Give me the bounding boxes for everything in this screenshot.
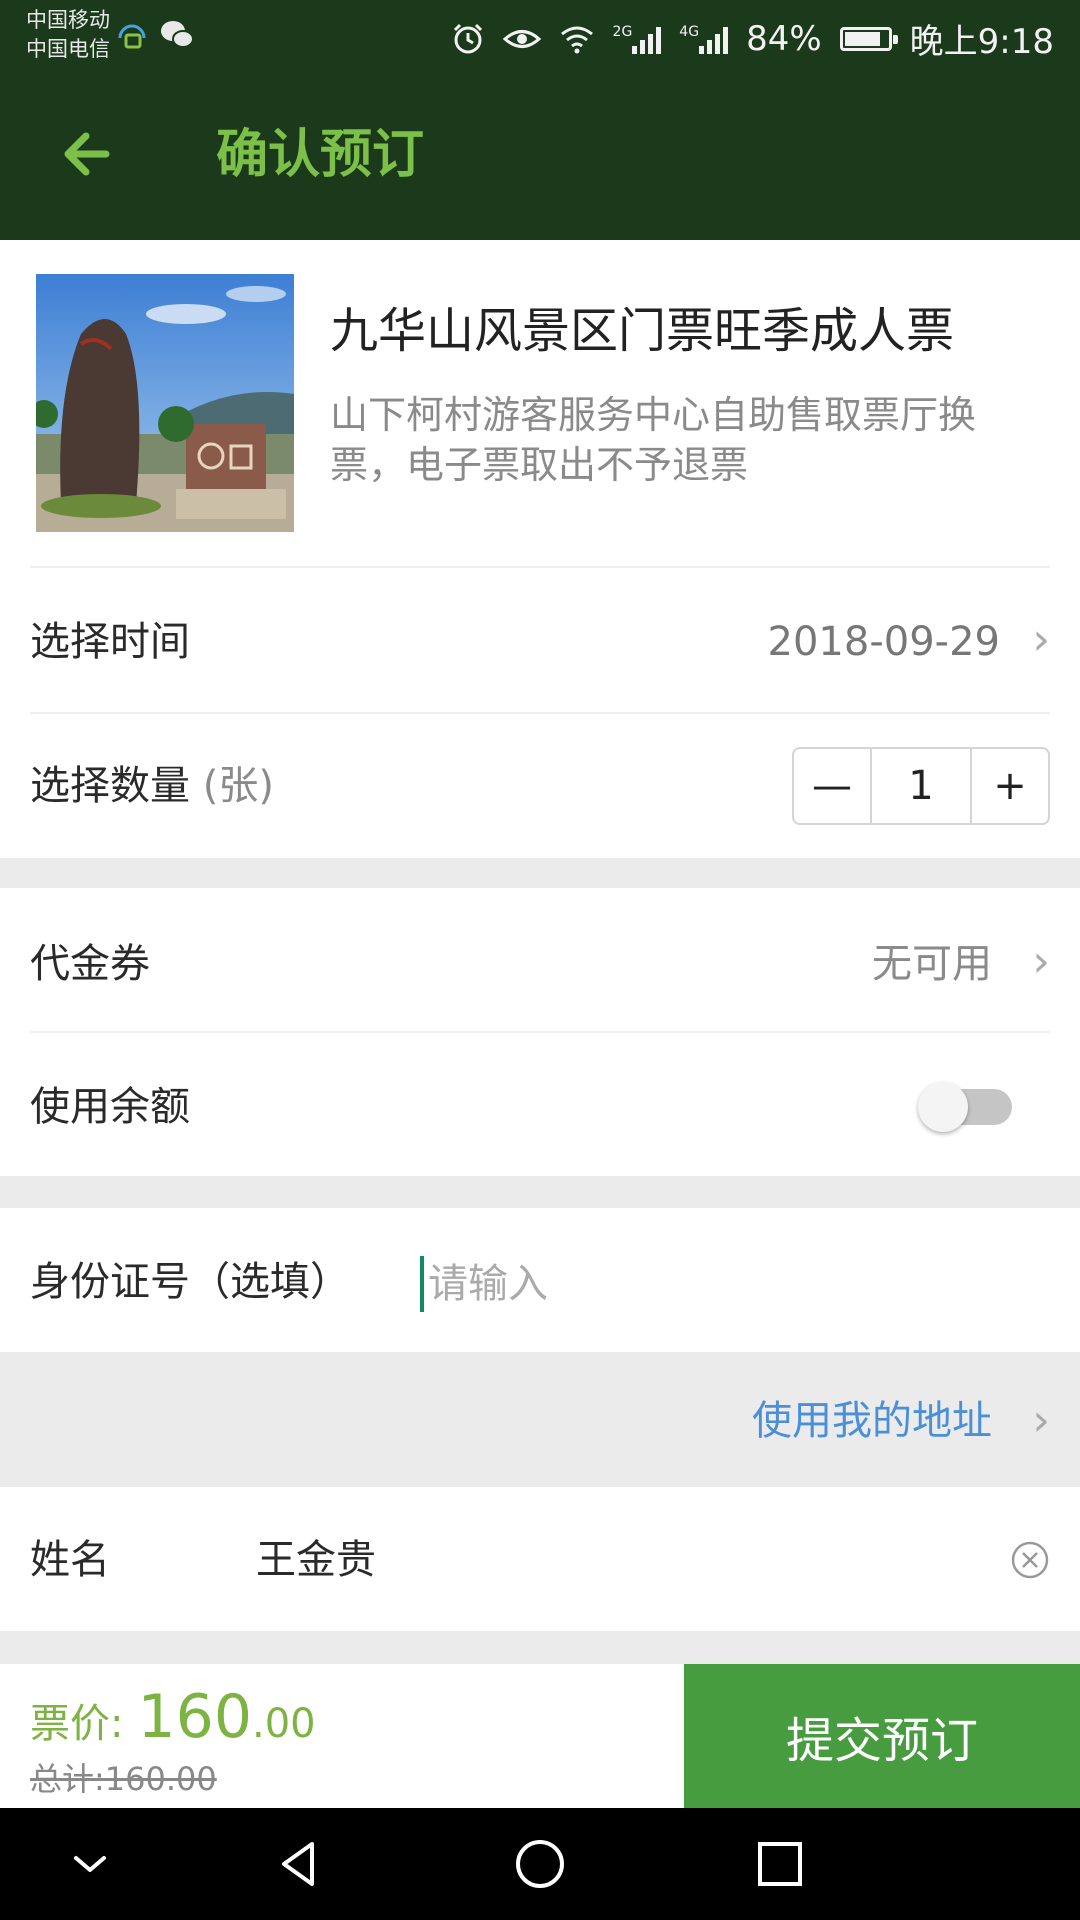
name-label: 姓名 [30,1537,110,1583]
back-triangle-icon[interactable] [270,1834,330,1894]
wechat-icon [161,21,194,48]
price-decimal: .00 [252,1701,316,1747]
chevron-right-icon[interactable]: › [1032,1396,1050,1446]
app-bar [0,76,1080,240]
voucher-label: 代金券 [30,941,150,987]
id-label: 身份证号（选填） [30,1259,350,1305]
date-row[interactable]: 选择时间 [30,617,190,667]
signal-2g: 2G [613,24,662,54]
quantity-value: 1 [870,749,972,823]
clock: 晚上9:18 [909,22,1054,62]
arrow-left-icon[interactable] [56,122,120,186]
battery-icon [839,26,898,51]
wifi-icon [560,26,593,53]
carrier-info: 中国移动 中国电信 [26,6,110,64]
increment-button[interactable]: + [972,749,1048,823]
signal-4g: 4G [679,24,729,54]
notification-icons [115,18,195,52]
eye-icon [502,29,541,48]
battery-percent: 84% [746,18,822,59]
decrement-button[interactable]: — [794,749,870,823]
price-label: 票价: [30,1701,124,1747]
carrier-2: 中国电信 [26,37,110,61]
page-title: 确认预订 [216,125,425,185]
voucher-value[interactable]: 无可用 [872,939,992,989]
use-my-address-link[interactable]: 使用我的地址 [752,1396,992,1446]
date-label: 选择时间 [30,619,190,665]
quantity-label: 选择数量 [30,763,190,809]
date-value[interactable]: 2018-09-29 [768,617,1000,667]
name-section [0,1487,1080,1631]
chevron-right-icon[interactable]: › [1032,615,1050,665]
submit-booking-button[interactable]: 提交预订 [684,1664,1080,1808]
clear-circle-icon[interactable] [1010,1540,1050,1580]
chevron-down-icon[interactable] [60,1834,120,1894]
id-number-input[interactable] [420,1256,1048,1312]
system-nav-bar [0,1808,1080,1920]
balance-label: 使用余额 [30,1084,190,1130]
quantity-stepper[interactable]: — 1 + [792,747,1050,825]
signal-bars-icon [632,24,662,54]
price-integer: 160 [137,1682,253,1752]
quantity-unit: (张) [202,763,274,809]
payment-section [0,888,1080,1176]
carrier-1: 中国移动 [26,8,110,32]
signal-bars-icon [699,24,729,54]
quantity-label-wrap: 选择数量 (张) [30,761,274,811]
product-thumbnail[interactable] [36,274,294,532]
balance-toggle[interactable] [918,1082,1018,1132]
chevron-right-icon[interactable]: › [1032,937,1050,987]
product-title: 九华山风景区门票旺季成人票 [330,303,955,359]
home-circle-icon[interactable] [510,1834,570,1894]
alarm-icon [453,23,482,53]
product-description: 山下柯村游客服务中心自助售取票厅换票，电子票取出不予退票 [330,393,977,487]
headset-icon [118,24,146,49]
status-right: 2G 4G 84% 晚上9:18 [451,14,1054,63]
name-field[interactable]: 王金贵 [256,1535,376,1585]
recents-square-icon[interactable] [750,1834,810,1894]
price: 票价: 160 .00 [30,1682,316,1752]
total-amount: 总计:160.00 [30,1760,217,1798]
